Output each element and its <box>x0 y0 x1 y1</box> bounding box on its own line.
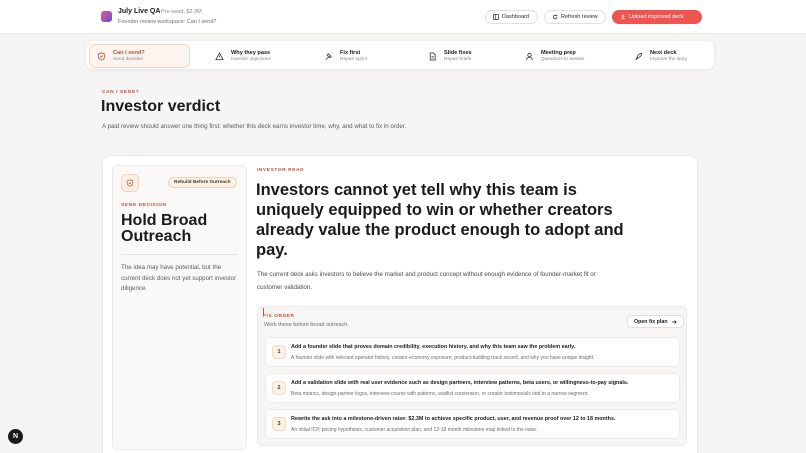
upload-label: Upload improved deck <box>629 14 684 20</box>
investor-read-headline: Investors cannot yet tell why this team … <box>256 181 624 259</box>
open-fix-plan-label: Open fix plan <box>634 318 668 325</box>
arrow-right-icon <box>671 319 677 324</box>
step-slide-fixes[interactable]: Slide fixes Repair briefs <box>421 44 511 68</box>
shield-check-icon <box>126 179 134 187</box>
send-decision-label: SEND DECISION <box>121 203 167 208</box>
page-description: A paid review should answer one thing fi… <box>102 123 407 130</box>
grid-icon <box>493 14 499 20</box>
step-label: Fix first <box>340 50 361 56</box>
steps-nav: Can I send? Send decision Why they pass In… <box>85 40 715 70</box>
fix-item-title: Add a validation slide with real user ev… <box>291 380 629 386</box>
fix-item-number: 1 <box>272 345 286 359</box>
fix-item-description: An initial ICP, pricing hypothesis, cust… <box>291 427 538 433</box>
step-sub: Send decision <box>113 57 144 62</box>
fix-item[interactable]: 1 Add a founder slide that proves domain… <box>265 337 680 367</box>
step-fix-first[interactable]: Fix first Repair sprint <box>317 44 407 68</box>
step-sub: Questions to answer <box>541 57 585 62</box>
fix-item-title: Rewrite the ask into a milestone-driven … <box>291 416 616 422</box>
step-can-i-send[interactable]: Can I send? Send decision <box>89 44 190 68</box>
status-badge: Rebuild Before Outreach <box>168 177 237 188</box>
step-sub: Repair briefs <box>444 57 472 62</box>
app-stage: Pre-seed, $2.3M <box>161 8 202 15</box>
step-meeting-prep[interactable]: Meeting prep Questions to answer <box>518 44 613 68</box>
investor-read-label: INVESTOR READ <box>257 168 305 173</box>
step-sub: Investor objections <box>231 57 271 62</box>
step-label: Next deck <box>650 50 677 56</box>
step-label: Meeting prep <box>541 50 576 56</box>
workspace-label: Founder review workspace: Can I send? <box>118 19 217 25</box>
fix-item[interactable]: 3 Rewrite the ask into a milestone-drive… <box>265 409 680 439</box>
decision-title: Hold Broad Outreach <box>121 212 208 245</box>
refresh-review-button[interactable]: Refresh review <box>544 10 606 24</box>
step-why-they-pass[interactable]: Why they pass Investor objections <box>208 44 303 68</box>
app-logo-icon <box>101 11 112 22</box>
fix-item-title: Add a founder slide that proves domain c… <box>291 344 576 350</box>
step-sub: Repair sprint <box>340 57 368 62</box>
step-next-deck[interactable]: Next deck Improve the story <box>627 44 712 68</box>
step-label: Can I send? <box>113 50 145 56</box>
decision-shield-badge <box>121 174 139 192</box>
shield-check-icon <box>97 51 106 61</box>
upload-icon <box>621 14 625 20</box>
hammer-icon <box>325 52 332 60</box>
document-icon <box>429 51 436 61</box>
fix-item-description: Beta metrics, design-partner logos, inte… <box>291 391 589 397</box>
top-bar: July Live QA Pre-seed, $2.3M Founder rev… <box>0 0 806 34</box>
decision-description: The idea may have potential, but the cur… <box>121 264 237 292</box>
fix-item[interactable]: 2 Add a validation slide with real user … <box>265 373 680 403</box>
app-title: July Live QA <box>118 8 161 15</box>
step-sub: Improve the story <box>650 57 688 62</box>
divider <box>121 254 238 255</box>
open-fix-plan-button[interactable]: Open fix plan <box>627 315 684 328</box>
warning-icon <box>215 51 224 60</box>
dashboard-button[interactable]: Dashboard <box>485 10 538 24</box>
investor-read-summary: The current deck asks investors to belie… <box>257 271 596 291</box>
step-label: Slide fixes <box>444 50 472 56</box>
person-icon <box>526 52 533 60</box>
refresh-icon <box>552 14 558 20</box>
dashboard-label: Dashboard <box>502 14 529 20</box>
fix-item-number: 2 <box>272 381 286 395</box>
rocket-icon <box>635 52 643 60</box>
corner-badge[interactable]: N <box>8 429 23 444</box>
fix-order-subtitle: Work these before broad outreach. <box>264 322 349 328</box>
page-title: Investor verdict <box>101 98 221 115</box>
upload-deck-button[interactable]: Upload improved deck <box>612 10 702 24</box>
fix-item-description: A founder slide with relevant operator h… <box>291 355 595 361</box>
fix-order-label: FIX ORDER <box>263 314 295 319</box>
refresh-label: Refresh review <box>561 14 598 20</box>
page-eyebrow: CAN I SEND? <box>102 90 140 95</box>
step-label: Why they pass <box>231 50 271 56</box>
fix-item-number: 3 <box>272 417 286 431</box>
